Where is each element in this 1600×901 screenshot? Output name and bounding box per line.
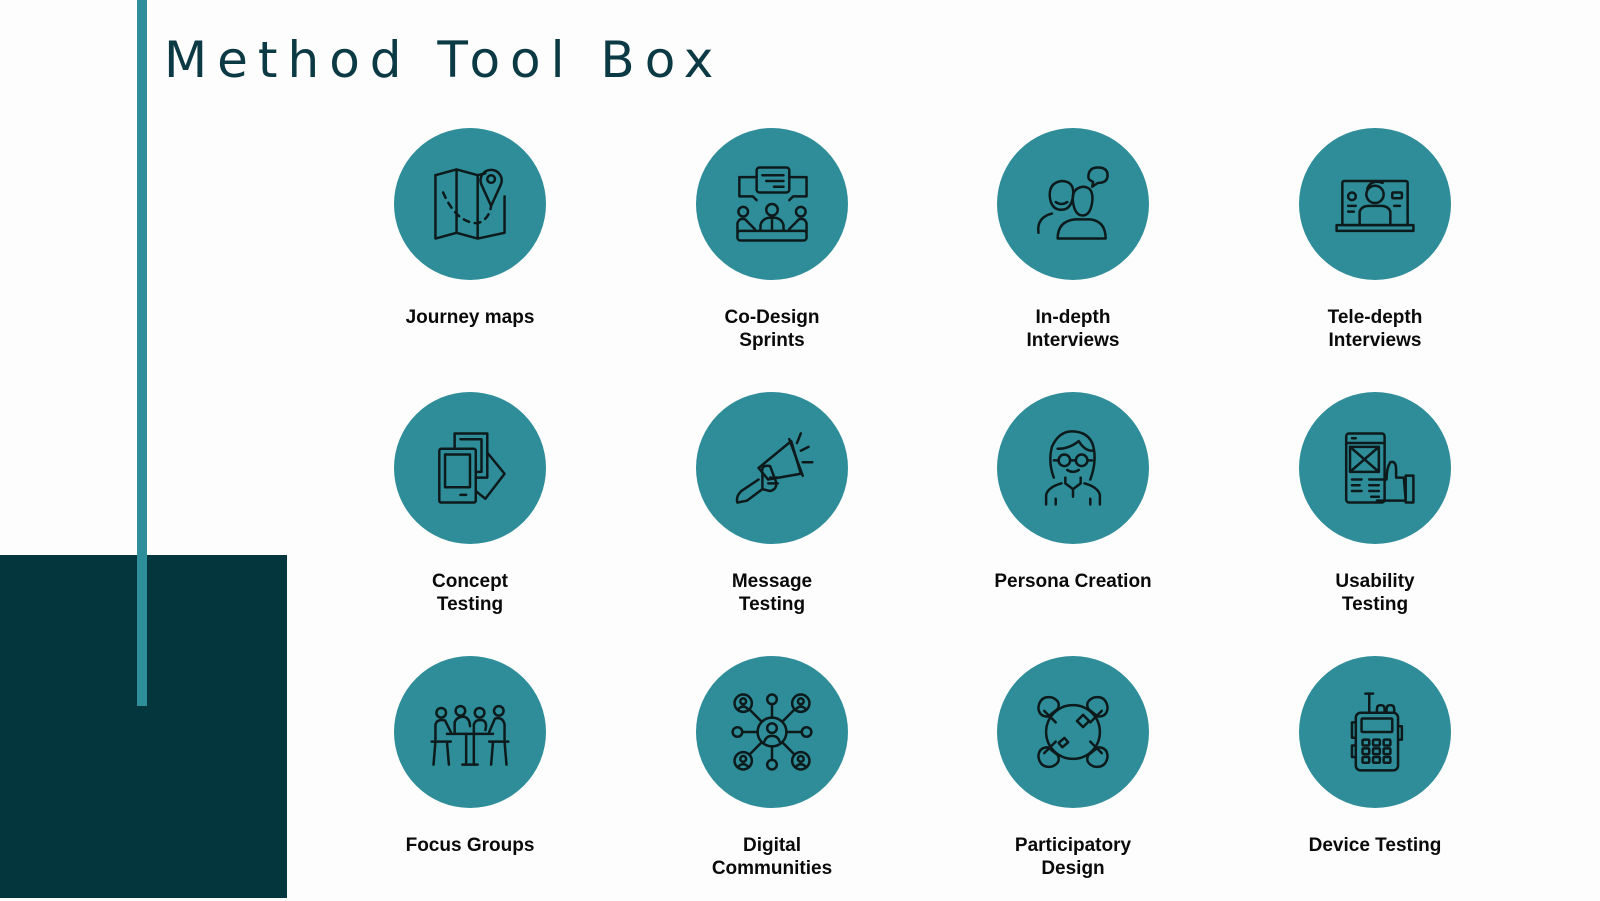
team-meeting-speech-bubbles-icon bbox=[736, 166, 808, 242]
method-tile-co-design-sprints: Co-Design Sprints bbox=[642, 128, 902, 352]
method-label: Usability Testing bbox=[1335, 571, 1415, 615]
method-icon-circle bbox=[394, 656, 546, 808]
method-icon-circle bbox=[394, 128, 546, 280]
method-tile-device-testing: Device Testing bbox=[1245, 656, 1505, 857]
method-label: Persona Creation bbox=[994, 571, 1152, 592]
method-icon-circle bbox=[394, 392, 546, 544]
method-icon-circle bbox=[997, 392, 1149, 544]
method-tile-concept-testing: Concept Testing bbox=[340, 392, 600, 616]
method-label: Journey maps bbox=[405, 307, 535, 328]
method-tile-journey-maps: Journey maps bbox=[340, 128, 600, 329]
method-label: Tele-depth Interviews bbox=[1327, 307, 1423, 351]
people-around-table-icon bbox=[430, 704, 510, 766]
method-tile-in-depth-interviews: In-depth Interviews bbox=[943, 128, 1203, 352]
method-icon-circle bbox=[696, 128, 848, 280]
woman-with-glasses-icon bbox=[1044, 430, 1102, 506]
stacked-cards-icon bbox=[438, 432, 506, 504]
method-label: Digital Communities bbox=[711, 835, 833, 879]
phone-wireframe-thumbs-up-icon bbox=[1344, 432, 1415, 504]
method-icon-circle bbox=[1299, 392, 1451, 544]
method-label: Message Testing bbox=[731, 571, 813, 615]
method-icon-circle bbox=[997, 656, 1149, 808]
method-label: Focus Groups bbox=[405, 835, 535, 856]
method-label: In-depth Interviews bbox=[1026, 307, 1120, 351]
method-icon-circle bbox=[1299, 128, 1451, 280]
slide-title: Method Tool Box bbox=[164, 31, 724, 89]
method-tile-participatory-design: Participatory Design bbox=[943, 656, 1203, 880]
walkie-talkie-device-icon bbox=[1350, 692, 1404, 772]
folded-map-with-pin-icon bbox=[434, 168, 506, 240]
method-tile-message-testing: Message Testing bbox=[642, 392, 902, 616]
method-icon-circle bbox=[696, 392, 848, 544]
method-tile-focus-groups: Focus Groups bbox=[340, 656, 600, 857]
method-label: Device Testing bbox=[1308, 835, 1442, 856]
method-tile-tele-depth-interviews: Tele-depth Interviews bbox=[1245, 128, 1505, 352]
method-label: Concept Testing bbox=[432, 571, 508, 615]
method-tile-digital-communities: Digital Communities bbox=[642, 656, 902, 880]
method-tile-usability-testing: Usability Testing bbox=[1245, 392, 1505, 616]
network-of-people-icon bbox=[731, 693, 813, 771]
method-icon-circle bbox=[997, 128, 1149, 280]
laptop-video-call-icon bbox=[1335, 179, 1415, 233]
method-tile-persona-creation: Persona Creation bbox=[943, 392, 1203, 593]
vertical-accent-bar bbox=[137, 0, 147, 706]
method-icon-circle bbox=[696, 656, 848, 808]
method-label: Co-Design Sprints bbox=[724, 307, 820, 351]
method-icon-circle bbox=[1299, 656, 1451, 808]
hands-joined-circle-icon bbox=[1037, 695, 1109, 769]
method-label: Participatory Design bbox=[1014, 835, 1132, 879]
two-people-conversation-icon bbox=[1036, 166, 1109, 240]
megaphone-in-hand-icon bbox=[735, 432, 814, 504]
